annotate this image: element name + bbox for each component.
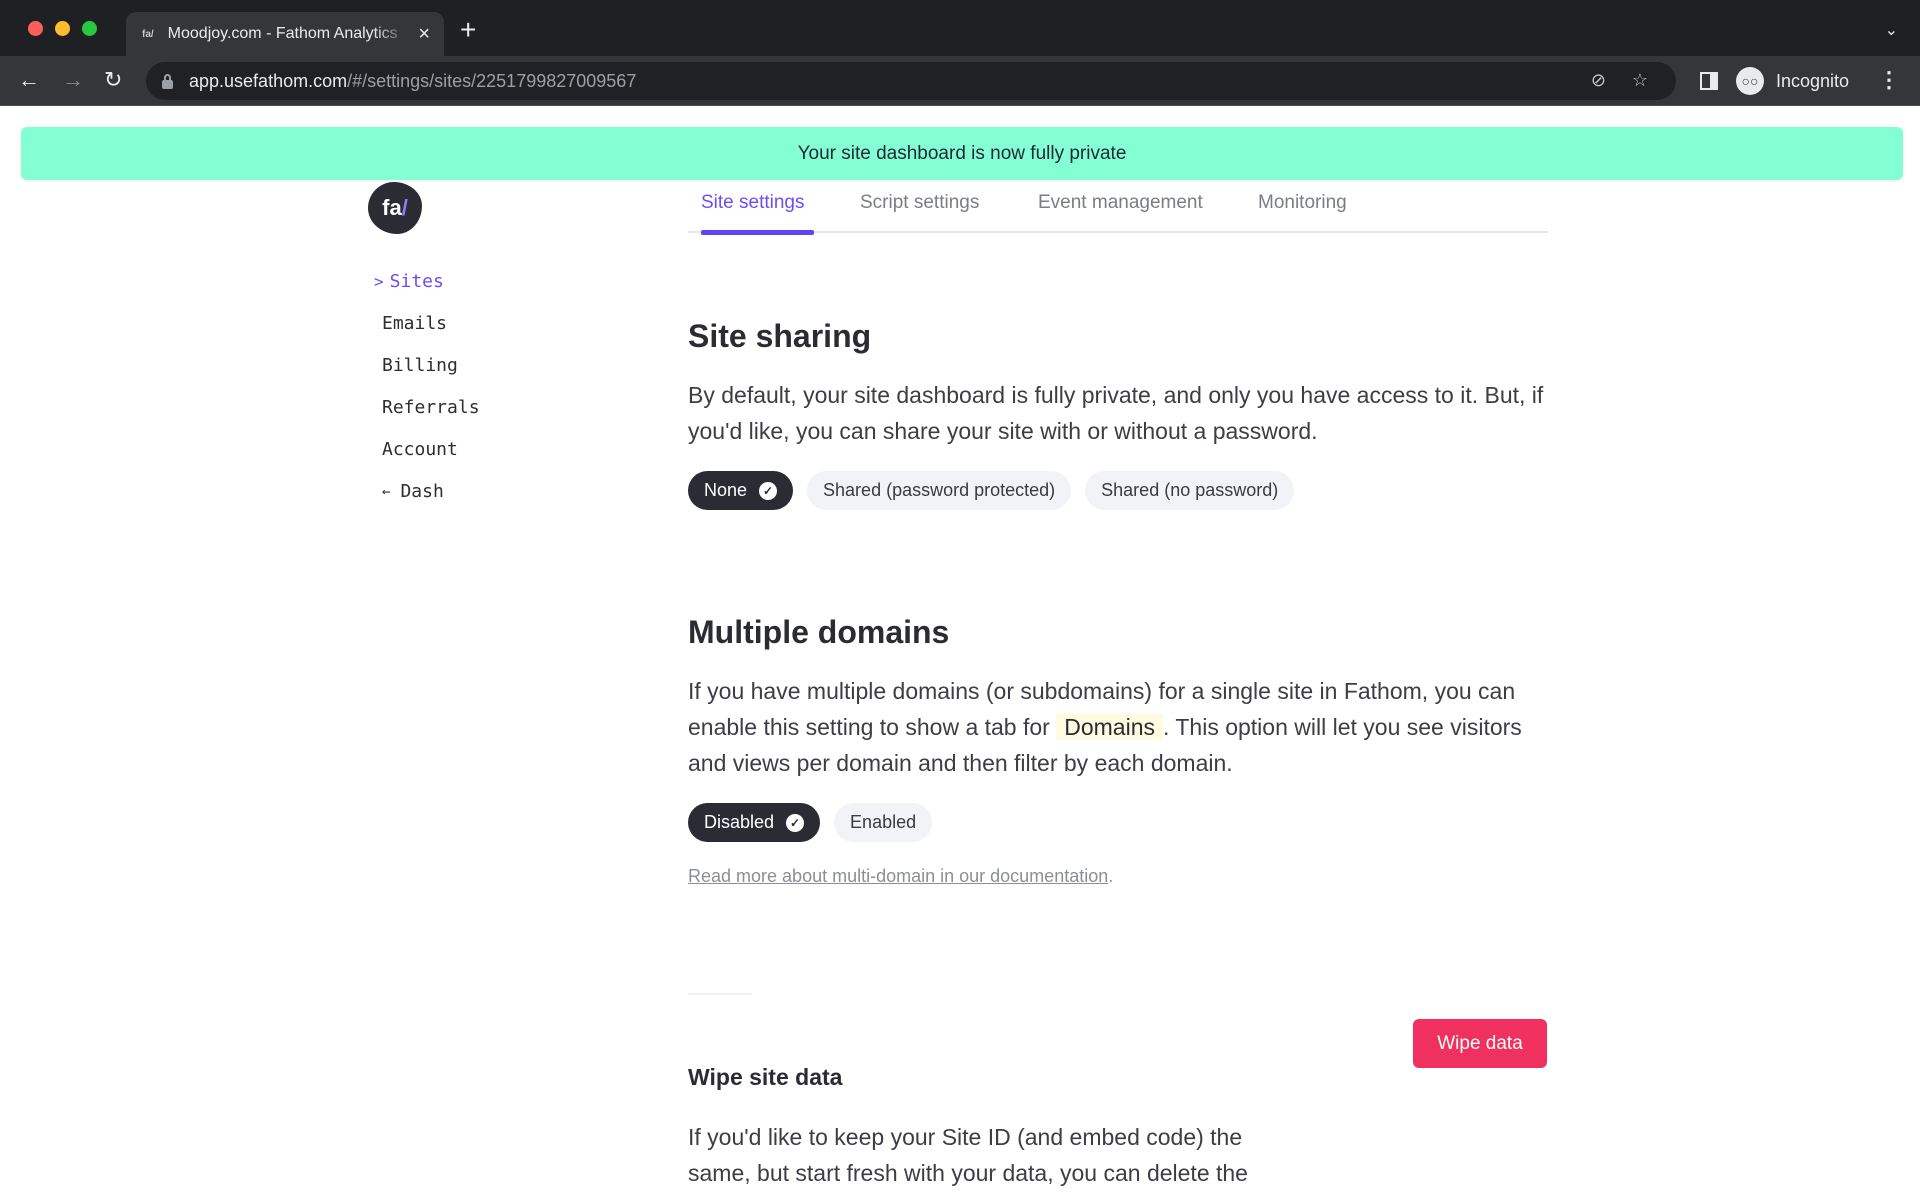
browser-menu-icon[interactable]: ⋮: [1878, 67, 1900, 93]
page: Your site dashboard is now fully private…: [0, 106, 1920, 1200]
sidebar-nav: > Sites Emails Billing Referrals Account…: [374, 270, 480, 522]
arrow-left-icon: ←: [382, 484, 391, 500]
browser-toolbar: ← → ↻ app.usefathom.com/#/settings/sites…: [0, 56, 1920, 106]
incognito-icon: ○○: [1736, 67, 1764, 95]
domains-option-disabled[interactable]: Disabled ✓: [688, 803, 821, 842]
profile-label: Incognito: [1776, 70, 1850, 91]
sidebar-item-sites[interactable]: > Sites: [374, 270, 480, 312]
multi-domain-docs-link[interactable]: Read more about multi-domain in our docu…: [688, 866, 1108, 886]
option-label: Disabled: [704, 812, 775, 832]
logo-slash: /: [401, 195, 408, 220]
banner-message: Your site dashboard is now fully private: [797, 142, 1127, 164]
browser-tab[interactable]: fa/ Moodjoy.com - Fathom Analytics ×: [126, 12, 444, 56]
tab-search-chevron-icon[interactable]: ⌄: [1885, 20, 1898, 40]
browser-tab-strip: fa/ Moodjoy.com - Fathom Analytics × + ⌄: [0, 0, 1920, 56]
logo-text: fa: [382, 195, 402, 220]
close-tab-icon[interactable]: ×: [418, 23, 430, 46]
wipe-site-data-section: Wipe site data If you'd like to keep you…: [688, 1064, 1308, 1191]
sidebar-item-referrals[interactable]: Referrals: [382, 396, 480, 438]
wipe-site-data-title: Wipe site data: [688, 1064, 843, 1090]
sidebar-item-label: Billing: [382, 355, 458, 376]
check-circle-icon: ✓: [786, 813, 805, 832]
doc-link-line: Read more about multi-domain in our docu…: [688, 866, 1548, 887]
fathom-favicon-icon: fa/: [142, 28, 154, 40]
sidebar-item-account[interactable]: Account: [382, 438, 480, 480]
new-tab-button[interactable]: +: [460, 16, 476, 44]
sidebar-item-billing[interactable]: Billing: [382, 354, 480, 396]
domains-highlight: Domains: [1056, 714, 1163, 740]
multiple-domains-description: If you have multiple domains (or subdoma…: [688, 673, 1548, 781]
option-label: None: [704, 480, 748, 500]
forward-arrow-icon[interactable]: →: [62, 66, 84, 94]
domains-option-enabled[interactable]: Enabled: [834, 803, 933, 842]
side-panel-icon[interactable]: [1700, 72, 1718, 90]
fathom-logo[interactable]: fa /: [368, 182, 422, 234]
sharing-option-none[interactable]: None ✓: [688, 471, 794, 510]
site-sharing-title: Site sharing: [688, 318, 872, 354]
url-path: /#/settings/sites/2251799827009567: [347, 70, 637, 91]
chevron-right-icon: >: [374, 272, 384, 291]
tab-monitoring[interactable]: Monitoring: [1258, 192, 1347, 214]
option-label: Enabled: [850, 812, 917, 832]
tracking-protection-eye-off-icon[interactable]: ⊘: [1591, 70, 1606, 91]
url-host: app.usefathom.com: [189, 70, 348, 91]
settings-tabs: Site settings Script settings Event mana…: [688, 182, 1548, 235]
incognito-profile-button[interactable]: ○○ Incognito: [1736, 64, 1886, 98]
close-window-button[interactable]: [28, 21, 43, 36]
reload-icon[interactable]: ↻: [104, 66, 122, 94]
check-circle-icon: ✓: [759, 481, 778, 500]
tab-site-settings[interactable]: Site settings: [701, 192, 805, 214]
success-banner: Your site dashboard is now fully private: [21, 127, 1903, 180]
tab-title: Moodjoy.com - Fathom Analytics: [167, 25, 398, 42]
tab-event-management[interactable]: Event management: [1038, 192, 1203, 214]
section-divider: [688, 993, 752, 995]
wipe-data-button[interactable]: Wipe data: [1413, 1019, 1547, 1068]
minimize-window-button[interactable]: [55, 21, 70, 36]
back-arrow-icon[interactable]: ←: [18, 66, 40, 94]
sidebar-item-label: Referrals: [382, 397, 480, 418]
maximize-window-button[interactable]: [82, 21, 97, 36]
sidebar-item-label: Emails: [382, 313, 448, 334]
address-bar[interactable]: app.usefathom.com/#/settings/sites/22517…: [146, 62, 1676, 100]
period: .: [1108, 866, 1114, 886]
sidebar-item-dash[interactable]: ← Dash: [382, 480, 480, 522]
lock-icon[interactable]: [162, 73, 173, 89]
sharing-option-password-protected[interactable]: Shared (password protected): [807, 471, 1072, 510]
tab-script-settings[interactable]: Script settings: [860, 192, 979, 214]
domains-options: Disabled ✓ Enabled: [688, 803, 1548, 842]
sidebar-item-emails[interactable]: Emails: [382, 312, 480, 354]
active-tab-indicator: [701, 230, 814, 235]
site-sharing-description: By default, your site dashboard is fully…: [688, 382, 1544, 444]
sharing-option-no-password[interactable]: Shared (no password): [1085, 471, 1295, 510]
sharing-options: None ✓ Shared (password protected) Share…: [688, 471, 1548, 510]
wipe-site-data-description: If you'd like to keep your Site ID (and …: [688, 1124, 1248, 1186]
sidebar-item-label: Account: [382, 439, 458, 460]
site-sharing-section: Site sharing By default, your site dashb…: [688, 318, 1548, 510]
multiple-domains-section: Multiple domains If you have multiple do…: [688, 614, 1548, 887]
sidebar-item-label: Sites: [389, 271, 444, 292]
option-label: Shared (password protected): [823, 480, 1056, 500]
bookmark-star-icon[interactable]: ☆: [1632, 70, 1648, 91]
sidebar-item-label: Dash: [400, 481, 444, 502]
multiple-domains-title: Multiple domains: [688, 614, 950, 650]
option-label: Shared (no password): [1101, 480, 1279, 500]
